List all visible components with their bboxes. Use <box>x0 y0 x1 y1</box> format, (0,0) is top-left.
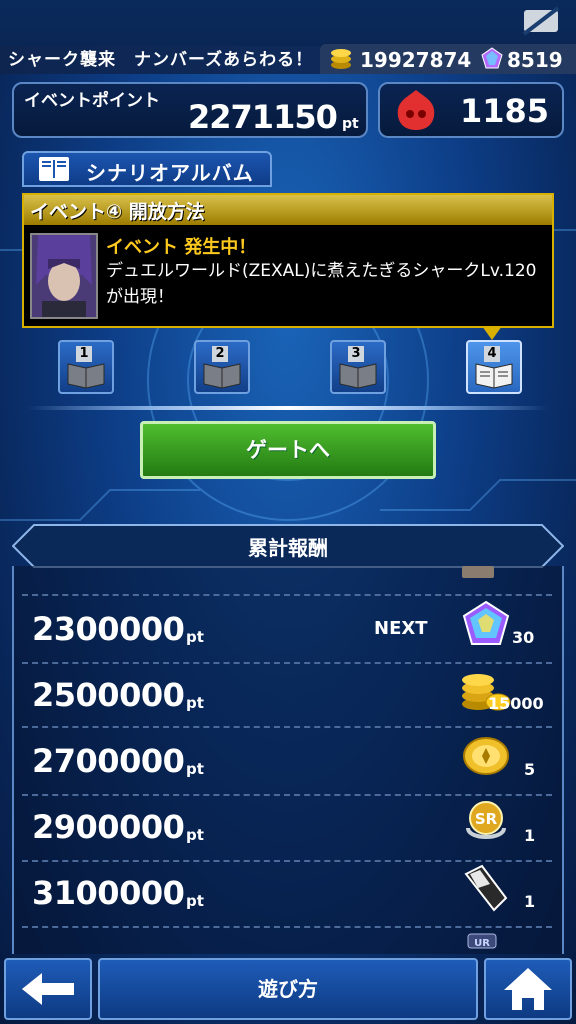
rewards-title: 累計報酬 <box>248 536 328 560</box>
settings-icon[interactable] <box>520 4 564 38</box>
row-separator <box>22 860 552 862</box>
row-separator <box>22 794 552 796</box>
reward-qty: 1 <box>524 826 536 845</box>
event-description: デュエルワールド(ZEXAL)に煮えたぎるシャークLv.120が出現！ <box>106 261 537 307</box>
reward-points: 2700000 <box>32 742 185 780</box>
flame-skull-icon <box>397 90 435 130</box>
ur-ticket-icon: UR <box>467 933 497 949</box>
chapter-2-button[interactable]: 2 <box>194 340 250 394</box>
reward-unit: pt <box>186 694 204 712</box>
chapter-number: 2 <box>212 346 228 362</box>
back-button[interactable] <box>4 958 92 1020</box>
character-portrait <box>30 233 98 319</box>
reward-points: 2500000 <box>32 676 185 714</box>
reward-unit: pt <box>186 760 204 778</box>
gem-count: 8519 <box>507 48 563 72</box>
prism-gem-icon <box>462 600 510 645</box>
chapter-number: 3 <box>348 346 364 362</box>
event-status: イベント 発生中！ <box>106 237 257 258</box>
gem-icon <box>481 47 503 69</box>
event-points-value: 2271150 <box>188 98 338 136</box>
selection-pointer <box>482 326 502 340</box>
chapter-4-button[interactable]: 4 <box>466 340 522 394</box>
how-to-play-button[interactable]: 遊び方 <box>98 958 478 1020</box>
svg-text:SR: SR <box>475 810 498 828</box>
event-points-unit: pt <box>342 116 359 132</box>
event-points-label: イベントポイント <box>24 91 160 111</box>
row-separator <box>22 594 552 596</box>
sr-ticket-icon: SR <box>466 801 506 839</box>
chapter-number: 4 <box>484 346 500 362</box>
reward-qty: 1 <box>524 892 536 911</box>
coin-count: 19927874 <box>360 48 472 72</box>
row-separator <box>22 726 552 728</box>
stamina-value: 1185 <box>460 92 550 130</box>
reward-unit: pt <box>186 628 204 646</box>
home-icon <box>504 968 552 1010</box>
coin-icon <box>331 49 351 69</box>
gate-button[interactable]: ゲートへ <box>140 421 436 479</box>
scroll-hint-icon <box>462 566 494 578</box>
chapter-number: 1 <box>76 346 92 362</box>
event-title: シャーク襲来 ナンバーズあらわる！ <box>0 46 320 74</box>
reward-qty: 5 <box>524 760 536 779</box>
reward-points: 3100000 <box>32 874 185 912</box>
row-separator <box>22 662 552 664</box>
gold-medal-icon <box>463 737 509 775</box>
reward-unit: pt <box>186 892 204 910</box>
reward-unit: pt <box>186 826 204 844</box>
event-unlock-heading: イベント④ 開放方法 <box>30 201 205 223</box>
back-arrow-icon <box>22 973 74 1005</box>
svg-text:UR: UR <box>474 938 490 949</box>
crystal-shard-icon <box>464 864 508 912</box>
home-button[interactable] <box>484 958 572 1020</box>
next-label: NEXT <box>374 618 428 639</box>
reward-qty: 30 <box>512 628 535 647</box>
book-icon <box>39 157 69 181</box>
chapter-3-button[interactable]: 3 <box>330 340 386 394</box>
reward-points: 2300000 <box>32 610 185 648</box>
chapter-1-button[interactable]: 1 <box>58 340 114 394</box>
scenario-album-label: シナリオアルバム <box>86 161 254 185</box>
reward-points: 2900000 <box>32 808 185 846</box>
divider <box>28 406 548 410</box>
reward-qty: 15000 <box>488 694 544 713</box>
row-separator <box>22 926 552 928</box>
